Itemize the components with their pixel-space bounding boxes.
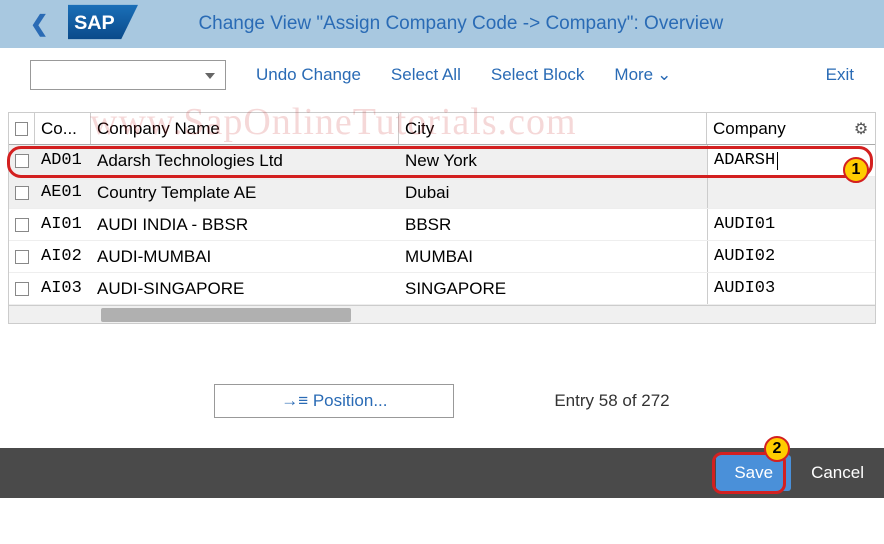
more-menu[interactable]: More⌄	[614, 65, 671, 85]
bottom-bar: 2 Save Cancel	[0, 448, 884, 498]
select-all-checkbox[interactable]	[15, 122, 28, 136]
position-row: →≡ Position... Entry 58 of 272	[0, 384, 884, 418]
exit-link[interactable]: Exit	[826, 65, 854, 85]
position-button[interactable]: →≡ Position...	[214, 384, 454, 418]
table-row[interactable]: AI02 AUDI-MUMBAI MUMBAI AUDI02	[9, 241, 875, 273]
cell-code[interactable]: AI03	[35, 273, 91, 304]
svg-text:SAP: SAP	[75, 12, 116, 34]
text-cursor	[777, 152, 778, 170]
cell-code[interactable]: AI02	[35, 241, 91, 272]
header-city[interactable]: City	[399, 113, 707, 144]
row-checkbox[interactable]	[15, 282, 29, 296]
cell-city[interactable]: SINGAPORE	[399, 273, 707, 304]
entry-count-text: Entry 58 of 272	[554, 391, 669, 411]
cell-city[interactable]: New York	[399, 145, 707, 176]
chevron-down-icon: ⌄	[657, 65, 671, 85]
cell-company-input[interactable]: ADARSH	[707, 145, 875, 176]
view-dropdown[interactable]	[30, 60, 226, 90]
cell-code[interactable]: AE01	[35, 177, 91, 208]
cell-name[interactable]: AUDI INDIA - BBSR	[91, 209, 399, 240]
select-block-link[interactable]: Select Block	[491, 65, 585, 85]
header-company-name[interactable]: Company Name	[91, 113, 399, 144]
toolbar: Undo Change Select All Select Block More…	[0, 48, 884, 102]
back-button[interactable]: ❮	[20, 11, 58, 37]
row-checkbox[interactable]	[15, 218, 29, 232]
header-bar: ❮ SAP Change View "Assign Company Code -…	[0, 0, 884, 48]
cell-code[interactable]: AI01	[35, 209, 91, 240]
table-row[interactable]: AI01 AUDI INDIA - BBSR BBSR AUDI01	[9, 209, 875, 241]
page-title: Change View "Assign Company Code -> Comp…	[198, 13, 864, 35]
table-row[interactable]: AE01 Country Template AE Dubai	[9, 177, 875, 209]
header-code[interactable]: Co...	[35, 113, 91, 144]
header-checkbox-col	[9, 113, 35, 144]
table-row[interactable]: AI03 AUDI-SINGAPORE SINGAPORE AUDI03	[9, 273, 875, 305]
row-checkbox[interactable]	[15, 154, 29, 168]
cell-name[interactable]: AUDI-MUMBAI	[91, 241, 399, 272]
table-row[interactable]: AD01 Adarsh Technologies Ltd New York AD…	[9, 145, 875, 177]
data-table: Co... Company Name City Company ⚙ 1 AD01…	[8, 112, 876, 324]
cell-name[interactable]: Adarsh Technologies Ltd	[91, 145, 399, 176]
cell-city[interactable]: Dubai	[399, 177, 707, 208]
row-checkbox[interactable]	[15, 186, 29, 200]
save-button[interactable]: Save	[716, 455, 791, 491]
cell-city[interactable]: BBSR	[399, 209, 707, 240]
scrollbar-thumb[interactable]	[101, 308, 351, 322]
cell-city[interactable]: MUMBAI	[399, 241, 707, 272]
cell-name[interactable]: AUDI-SINGAPORE	[91, 273, 399, 304]
cell-company[interactable]: AUDI01	[707, 209, 875, 240]
row-checkbox[interactable]	[15, 250, 29, 264]
cell-code[interactable]: AD01	[35, 145, 91, 176]
gear-icon[interactable]: ⚙	[847, 119, 875, 139]
table-header-row: Co... Company Name City Company ⚙	[9, 113, 875, 145]
cell-company[interactable]	[707, 177, 875, 208]
header-company[interactable]: Company	[707, 113, 847, 144]
sap-logo: SAP	[68, 4, 138, 45]
cancel-button[interactable]: Cancel	[811, 463, 864, 483]
horizontal-scrollbar[interactable]	[9, 305, 875, 323]
undo-change-link[interactable]: Undo Change	[256, 65, 361, 85]
cell-company[interactable]: AUDI03	[707, 273, 875, 304]
select-all-link[interactable]: Select All	[391, 65, 461, 85]
cell-company[interactable]: AUDI02	[707, 241, 875, 272]
cell-name[interactable]: Country Template AE	[91, 177, 399, 208]
